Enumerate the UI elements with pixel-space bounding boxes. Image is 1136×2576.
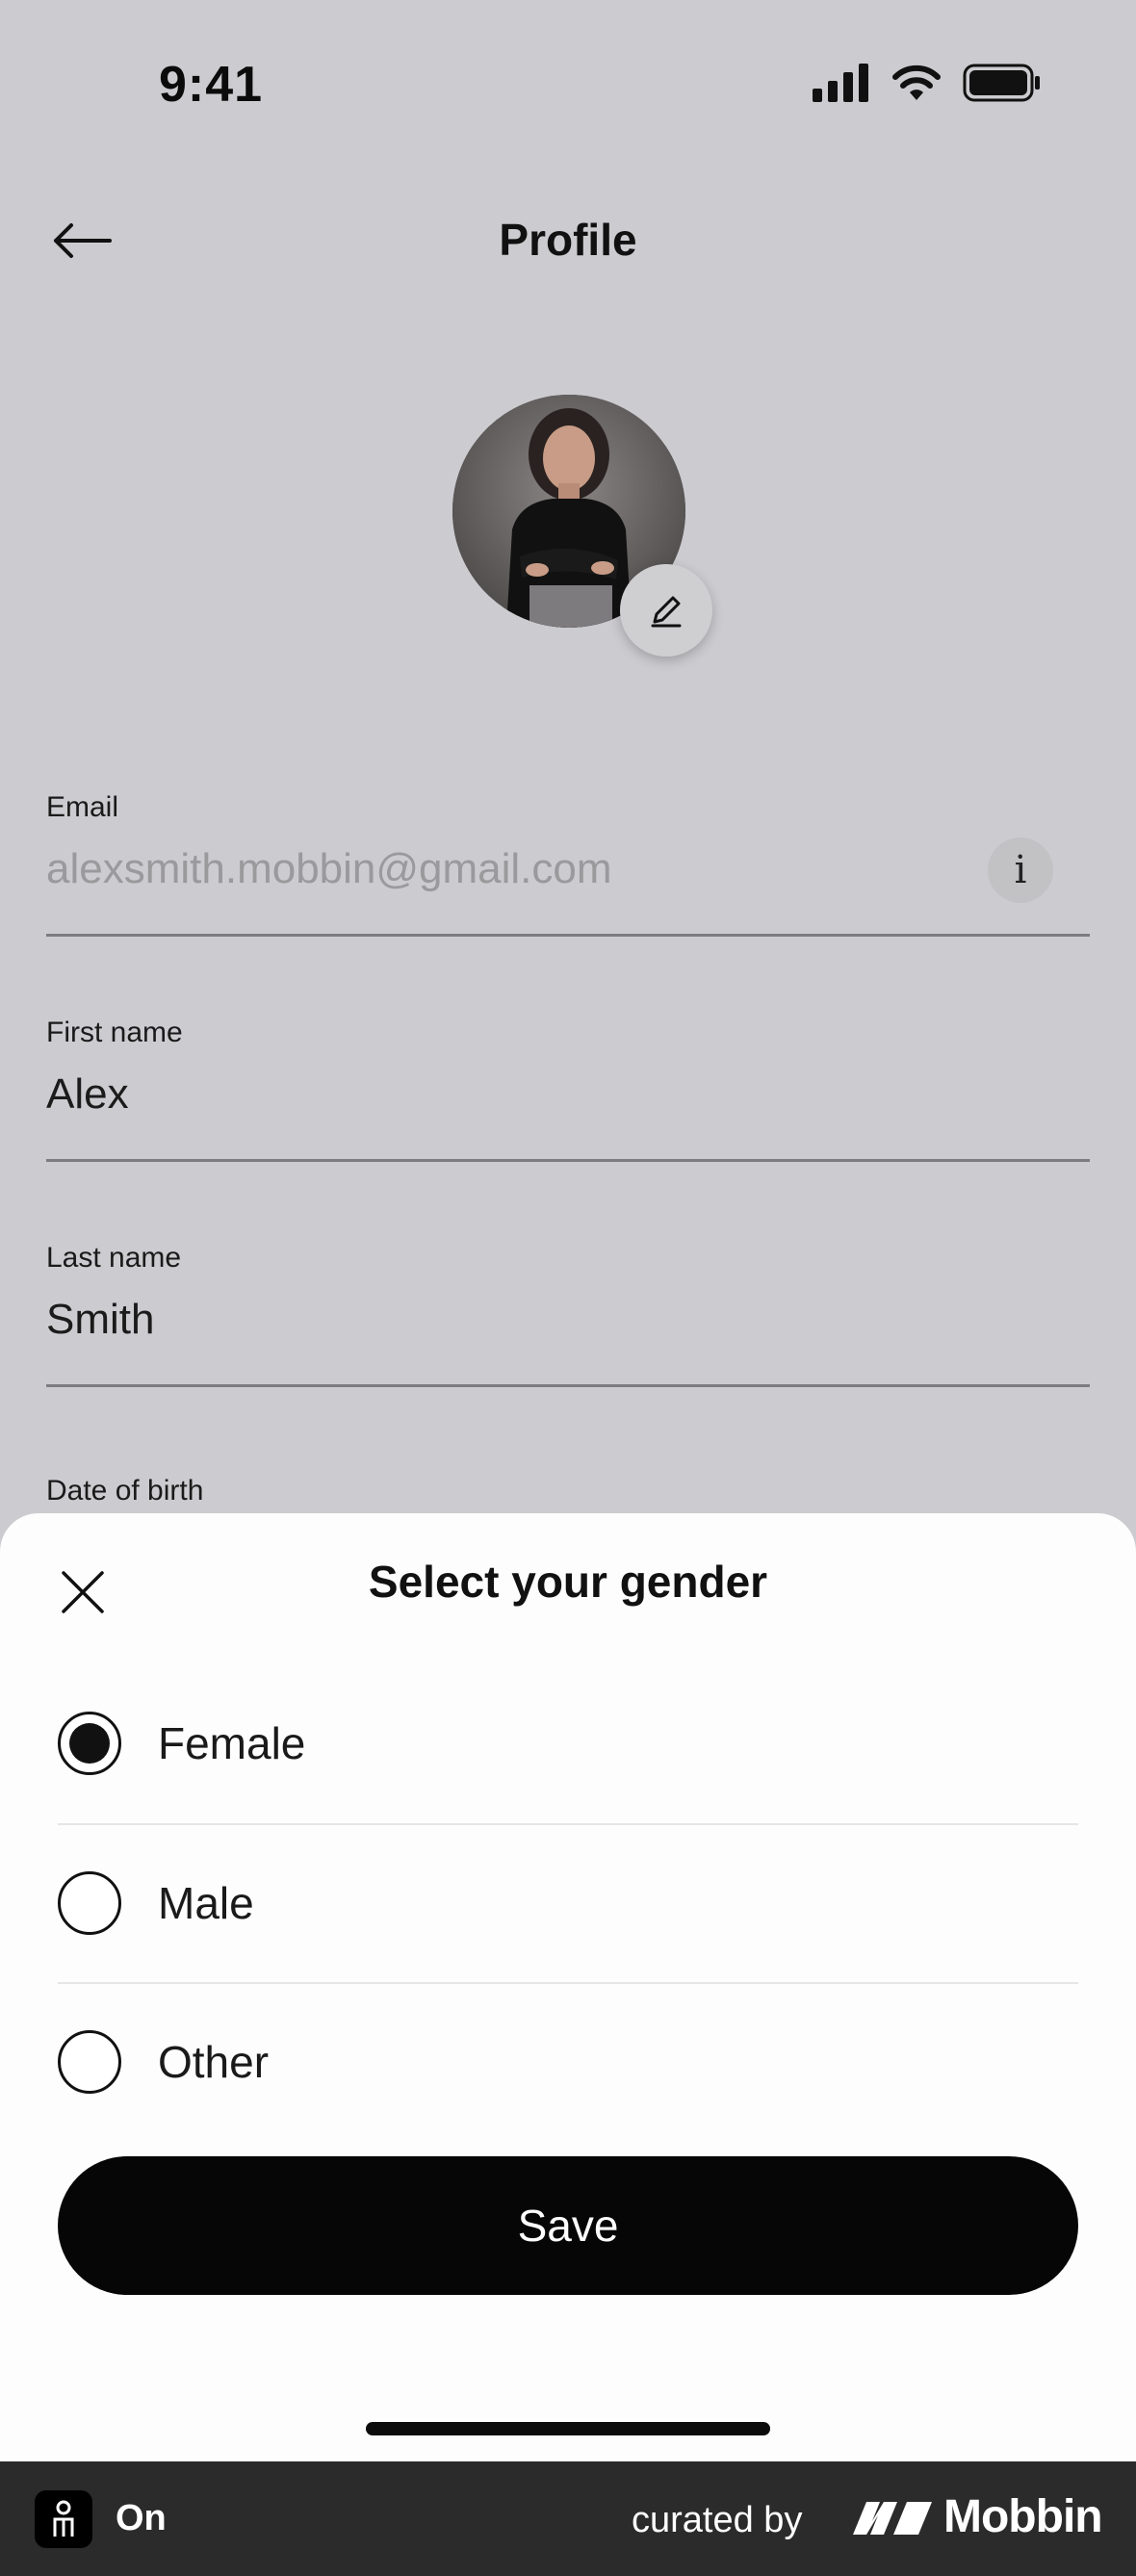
avatar-container (452, 395, 712, 657)
footer-toggle-label[interactable]: On (116, 2498, 167, 2539)
footer-bar: On curated by Mobbin (0, 2461, 1136, 2576)
email-label: Email (46, 791, 119, 823)
first-name-underline (46, 1159, 1090, 1162)
radio-button[interactable] (58, 2029, 121, 2094)
last-name-field[interactable]: Last name Smith (46, 1242, 1090, 1387)
first-name-field[interactable]: First name Alex (46, 1017, 1090, 1162)
email-underline (46, 934, 1090, 937)
screen: 9:41 Profile Email alexsmith.mobbin@gmai… (0, 0, 1136, 2576)
last-name-underline (46, 1384, 1090, 1387)
first-name-label: First name (46, 1017, 183, 1048)
last-name-value[interactable]: Smith (46, 1296, 1090, 1344)
sheet-title: Select your gender (368, 1557, 768, 1607)
date-of-birth-label: Date of birth (46, 1475, 204, 1507)
battery-icon (963, 64, 1040, 102)
page-title: Profile (499, 215, 637, 265)
status-time: 9:41 (159, 57, 264, 113)
edit-avatar-button[interactable] (620, 564, 712, 657)
gender-option-male[interactable]: Male (58, 1823, 1078, 1982)
footer-logo-icon[interactable] (35, 2490, 92, 2548)
mobbin-logo-icon (853, 2501, 932, 2535)
option-label: Male (158, 1877, 254, 1928)
email-field: Email alexsmith.mobbin@gmail.com i (46, 791, 1090, 937)
radio-button[interactable] (58, 1870, 121, 1935)
gender-option-female[interactable]: Female (58, 1663, 1078, 1822)
home-indicator (366, 2422, 770, 2435)
email-value: alexsmith.mobbin@gmail.com (46, 845, 612, 892)
status-bar: 9:41 (0, 0, 1136, 164)
pencil-icon (651, 596, 682, 628)
person-glyph-icon (53, 2500, 74, 2537)
info-icon: i (1014, 848, 1027, 892)
header: Profile (0, 193, 1136, 289)
radio-button-selected[interactable] (58, 1711, 121, 1775)
cellular-signal-icon (813, 64, 868, 102)
radio-dot (69, 1722, 110, 1764)
brand-name: Mobbin (943, 2491, 1103, 2542)
status-icons (813, 64, 1042, 102)
last-name-label: Last name (46, 1242, 182, 1274)
wifi-icon (892, 64, 941, 100)
gender-option-other[interactable]: Other (58, 1982, 1078, 2141)
info-button[interactable]: i (988, 837, 1053, 903)
curated-by-text: curated by (632, 2500, 803, 2540)
option-label: Female (158, 1717, 306, 1768)
mobbin-brand[interactable]: Mobbin (851, 2490, 1103, 2543)
first-name-value[interactable]: Alex (46, 1070, 1090, 1119)
save-button[interactable]: Save (58, 2156, 1078, 2295)
option-label: Other (158, 2036, 270, 2087)
gender-bottom-sheet: Select your gender Female Male Other Sav… (0, 1513, 1136, 2461)
